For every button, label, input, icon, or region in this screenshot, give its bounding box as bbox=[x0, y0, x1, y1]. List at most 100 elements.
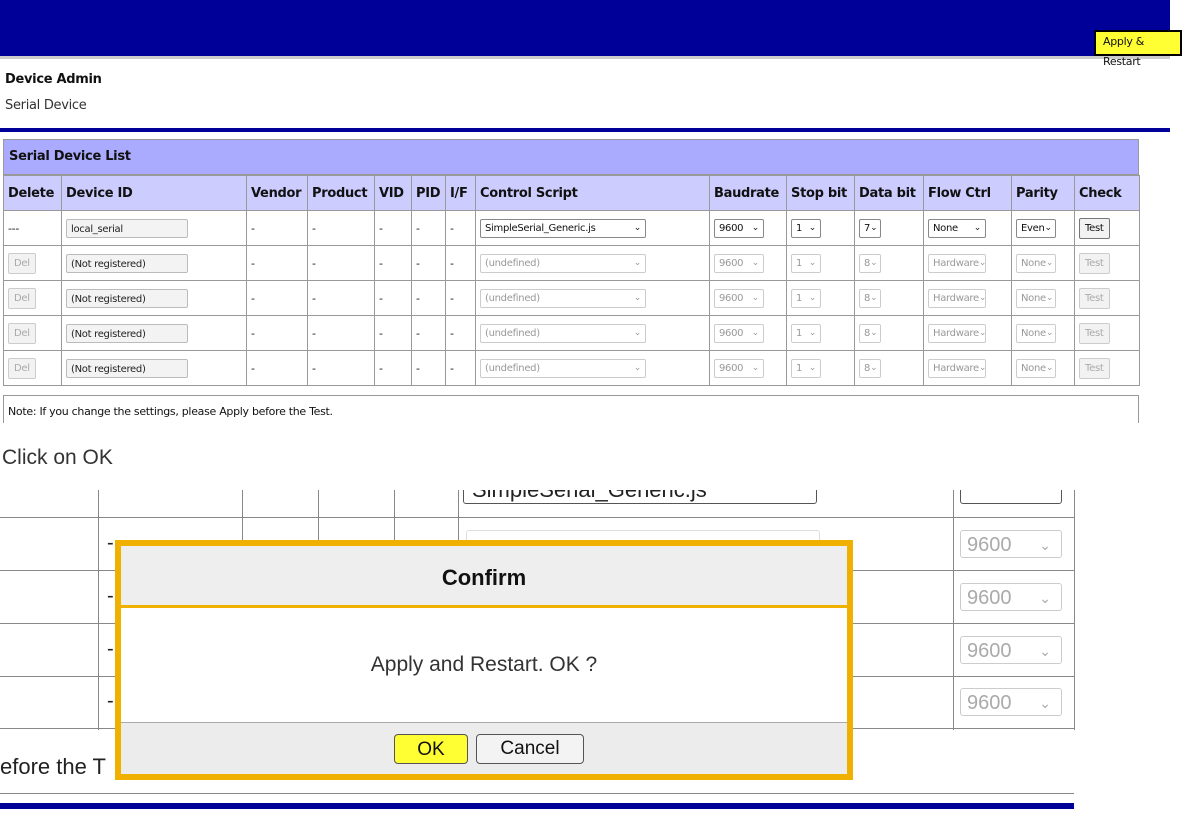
control-script-select-partial[interactable]: SimpleSerial_Generic.js bbox=[463, 490, 817, 504]
databit-cell: 8 ⌄ bbox=[854, 350, 924, 386]
baudrate-select[interactable]: 9600 ⌄ bbox=[714, 218, 764, 238]
chevron-down-icon: ⌄ bbox=[751, 328, 760, 338]
baudrate-select: 9600 ⌄ bbox=[714, 288, 764, 308]
parity-select[interactable]: Even ⌄ bbox=[1016, 218, 1056, 238]
data-bit-select: 8 ⌄ bbox=[859, 323, 881, 343]
delete-cell: Del bbox=[3, 280, 62, 316]
control-script-select[interactable]: SimpleSerial_Generic.js ⌄ bbox=[480, 218, 646, 238]
chevron-down-icon: ⌄ bbox=[870, 223, 878, 233]
data-bit-select: 8 ⌄ bbox=[859, 288, 881, 308]
databit-cell: 8 ⌄ bbox=[854, 280, 924, 316]
column-header: Parity bbox=[1011, 175, 1075, 211]
chevron-down-icon: ⌄ bbox=[1045, 328, 1054, 338]
flow-ctrl-select: Hardware ⌄ bbox=[928, 323, 986, 343]
vendor-cell: - bbox=[246, 315, 308, 351]
pid-cell: - bbox=[411, 350, 446, 386]
check-cell: Test bbox=[1074, 280, 1140, 316]
chevron-down-icon: ⌄ bbox=[1044, 223, 1053, 233]
check-cell: Test bbox=[1074, 350, 1140, 386]
script-cell: (undefined) ⌄ bbox=[475, 245, 710, 281]
delete-cell: --- bbox=[3, 210, 62, 246]
device-id-input: (Not registered) bbox=[66, 323, 188, 343]
flowctrl-cell: None ⌄ bbox=[923, 210, 1012, 246]
stopbit-cell: 1 ⌄ bbox=[786, 350, 855, 386]
apply-restart-button[interactable]: Apply & Restart bbox=[1094, 30, 1182, 68]
grid-line bbox=[1074, 490, 1075, 730]
data-bit-select: 8 ⌄ bbox=[859, 358, 881, 378]
grid-line bbox=[953, 490, 954, 730]
baudrate-select: 9600 ⌄ bbox=[714, 358, 764, 378]
delete-button: Del bbox=[8, 322, 36, 344]
chevron-down-icon: ⌄ bbox=[978, 293, 987, 303]
note-partial: efore the T bbox=[0, 754, 106, 779]
delete-button: Del bbox=[8, 287, 36, 309]
table-row: Del (Not registered) - - - - - (undefined) ⌄ 9600… bbox=[3, 315, 1140, 351]
column-header: I/F bbox=[445, 175, 476, 211]
column-header: VID bbox=[374, 175, 412, 211]
vid-cell: - bbox=[374, 315, 412, 351]
chevron-down-icon: ⌄ bbox=[751, 363, 760, 373]
chevron-down-icon: ⌄ bbox=[978, 363, 987, 373]
data-bit-select[interactable]: 7 ⌄ bbox=[859, 218, 881, 238]
chevron-down-icon: ⌄ bbox=[808, 363, 817, 373]
table-row: Del (Not registered) - - - - - (undefined) ⌄ 9600… bbox=[3, 280, 1140, 316]
page-title: Device Admin bbox=[5, 72, 102, 87]
table-row: --- local_serial - - - - - SimpleSerial_Generic… bbox=[3, 210, 1140, 246]
delete-cell: Del bbox=[3, 350, 62, 386]
device-id-input[interactable]: local_serial bbox=[66, 218, 188, 238]
column-header: Delete bbox=[3, 175, 62, 211]
stop-bit-select: 1 ⌄ bbox=[791, 253, 821, 273]
dialog-title: Confirm bbox=[121, 546, 847, 605]
chevron-down-icon: ⌄ bbox=[633, 363, 642, 373]
ok-button[interactable]: OK bbox=[394, 734, 468, 764]
cancel-button[interactable]: Cancel bbox=[476, 734, 584, 764]
grid-line bbox=[458, 490, 459, 540]
control-script-select: (undefined) ⌄ bbox=[480, 253, 646, 273]
chevron-down-icon: ⌄ bbox=[808, 223, 817, 233]
chevron-down-icon: ⌄ bbox=[808, 293, 817, 303]
grid-line bbox=[394, 490, 395, 540]
product-cell: - bbox=[307, 280, 375, 316]
baudrate-select-partial[interactable] bbox=[960, 490, 1062, 504]
baudrate-select: 9600 ⌄ bbox=[714, 253, 764, 273]
bottom-divider bbox=[0, 803, 1074, 809]
if-cell: - bbox=[445, 315, 476, 351]
baudrate-cell: 9600 ⌄ bbox=[709, 350, 787, 386]
flow-ctrl-select[interactable]: None ⌄ bbox=[928, 218, 986, 238]
stopbit-cell: 1 ⌄ bbox=[786, 280, 855, 316]
baudrate-select-disabled: 9600 ⌄ bbox=[960, 636, 1062, 664]
stop-bit-select[interactable]: 1 ⌄ bbox=[791, 218, 821, 238]
delete-cell: Del bbox=[3, 245, 62, 281]
chevron-down-icon: ⌄ bbox=[1039, 695, 1051, 711]
parity-select: None ⌄ bbox=[1016, 253, 1056, 273]
device-id-input: (Not registered) bbox=[66, 253, 188, 273]
vid-cell: - bbox=[374, 210, 412, 246]
test-button: Test bbox=[1079, 357, 1110, 379]
flowctrl-cell: Hardware ⌄ bbox=[923, 350, 1012, 386]
vid-cell: - bbox=[374, 350, 412, 386]
flow-ctrl-select: Hardware ⌄ bbox=[928, 358, 987, 378]
baudrate-select-disabled: 9600 ⌄ bbox=[960, 530, 1062, 558]
flowctrl-cell: Hardware ⌄ bbox=[923, 245, 1012, 281]
dialog-message: Apply and Restart. OK ? bbox=[121, 608, 847, 723]
column-header: Flow Ctrl bbox=[923, 175, 1012, 211]
chevron-down-icon: ⌄ bbox=[1045, 293, 1054, 303]
stopbit-cell: 1 ⌄ bbox=[786, 210, 855, 246]
device-id-cell: (Not registered) bbox=[61, 315, 247, 351]
stopbit-cell: 1 ⌄ bbox=[786, 245, 855, 281]
script-cell: (undefined) ⌄ bbox=[475, 350, 710, 386]
parity-cell: None ⌄ bbox=[1011, 315, 1075, 351]
test-button[interactable]: Test bbox=[1079, 217, 1110, 239]
pid-cell: - bbox=[411, 280, 446, 316]
column-header: Vendor bbox=[246, 175, 308, 211]
control-script-select: (undefined) ⌄ bbox=[480, 358, 646, 378]
column-header: Check bbox=[1074, 175, 1140, 211]
parity-cell: Even ⌄ bbox=[1011, 210, 1075, 246]
chevron-down-icon: ⌄ bbox=[751, 223, 760, 233]
top-header-bar bbox=[0, 0, 1170, 59]
flowctrl-cell: Hardware ⌄ bbox=[923, 315, 1012, 351]
if-cell: - bbox=[445, 280, 476, 316]
cell-dash: - bbox=[107, 690, 114, 712]
databit-cell: 8 ⌄ bbox=[854, 315, 924, 351]
chevron-down-icon: ⌄ bbox=[870, 363, 878, 373]
